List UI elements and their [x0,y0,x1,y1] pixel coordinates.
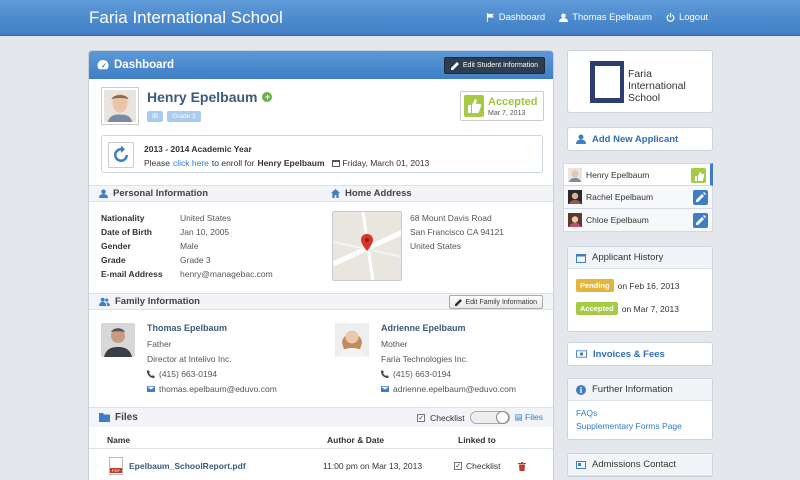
folder-icon [99,413,110,422]
faqs-link[interactable]: FAQs [576,408,712,418]
school-logo-card: Faria International School [567,50,713,113]
edit-family-button[interactable]: Edit Family Information [449,295,543,309]
top-nav: Dashboard Thomas Epelbaum Logout [486,12,708,23]
users-icon [99,297,110,306]
pencil-icon [455,298,463,306]
nav-logout[interactable]: Logout [666,12,708,23]
email-icon [381,386,389,392]
enroll-message: Please click here to enroll for Henry Ep… [144,158,430,168]
user-icon [99,189,108,198]
nav-dashboard[interactable]: Dashboard [486,12,545,23]
supplementary-forms-link[interactable]: Supplementary Forms Page [576,421,712,431]
accepted-status-icon [691,168,706,183]
enrollment-notice: 2013 - 2014 Academic Year Please click h… [101,135,543,173]
pending-badge: Pending [576,279,614,292]
checkbox-icon: ✓ [454,462,462,470]
files-link[interactable]: ▤ Files [515,412,543,423]
student-name: Henry Epelbaum + [147,89,273,105]
applicant-item-henry[interactable]: Henry Epelbaum [563,163,713,186]
money-icon [576,350,587,358]
add-applicant-link[interactable]: Add New Applicant [592,134,678,145]
history-row-accepted: Accepted on Mar 7, 2013 [576,302,712,315]
files-view-toggle: ✓ Checklist ▤ Files [417,411,543,424]
programme-tag: IB [147,111,164,122]
file-linked: ✓ Checklist [454,461,501,471]
status-label: Accepted [488,96,538,108]
home-address-header: Home Address [321,185,553,202]
top-bar: Faria International School Dashboard Tho… [0,0,800,36]
school-logo-mark [590,61,624,103]
applicant-list: Henry Epelbaum Rachel Epelbaum Chloe Epe… [563,163,713,232]
edit-status-icon [693,190,708,205]
home-icon [331,189,340,198]
personal-info-header: Personal Information [89,185,321,202]
address-lines: 68 Mount Davis Road San Francisco CA 941… [410,213,505,251]
applicant-item-rachel[interactable]: Rachel Epelbaum [563,186,713,209]
dashboard-panel: Dashboard Edit Student Information Henry… [88,50,554,480]
phone-icon [147,370,155,378]
mother-avatar [335,323,369,357]
applicant-avatar [568,213,582,227]
dashboard-gauge-icon [97,59,109,70]
thumbs-up-icon [464,95,484,117]
student-tags: IB Grade 3 [147,111,201,122]
enroll-date: Friday, March 01, 2013 [342,158,430,168]
edit-student-button[interactable]: Edit Student Information [443,57,545,74]
trash-icon[interactable] [518,461,526,471]
applicant-history-card: Applicant History Pending on Feb 16, 201… [567,246,713,332]
user-icon [559,13,569,22]
pdf-file-icon: PDF [109,457,123,475]
map-image [333,212,401,280]
brand-title[interactable]: Faria International School [89,8,283,28]
personal-info-list: Nationality United States Date of Birth Ja… [101,213,273,279]
history-row-pending: Pending on Feb 16, 2013 [576,279,712,292]
edit-status-icon [693,213,708,228]
school-logo-text: Faria International School [628,68,686,104]
user-icon [576,134,586,144]
applicant-item-chloe[interactable]: Chloe Epelbaum [563,209,713,232]
nav-user[interactable]: Thomas Epelbaum [559,12,652,23]
files-header: Files ✓ Checklist ▤ Files [89,407,553,427]
status-badge: Accepted Mar 7, 2013 [460,91,544,121]
accepted-badge: Accepted [576,302,618,315]
further-info-card: Further Information FAQs Supplementary F… [567,378,713,440]
grade-tag: Grade 3 [167,111,201,122]
add-applicant-card[interactable]: Add New Applicant [567,127,713,151]
file-date: 11:00 pm on Mar 13, 2013 [323,461,423,471]
power-icon [666,13,675,22]
email-icon [147,386,155,392]
invoices-card[interactable]: Invoices & Fees [567,342,713,366]
file-name-link[interactable]: Epelbaum_SchoolReport.pdf [129,461,323,471]
calendar-icon [331,160,340,167]
checklist-files-toggle[interactable] [469,411,510,424]
admissions-contact-card: Admissions Contact [567,453,713,477]
dashboard-title: Dashboard [114,59,175,71]
address-map[interactable] [332,211,402,281]
flag-icon [486,13,494,22]
calendar-icon [576,253,586,263]
father-avatar [101,323,135,357]
status-date: Mar 7, 2013 [488,110,526,117]
checklist-checkbox-icon: ✓ [417,413,426,422]
student-avatar [101,87,139,125]
applicant-avatar [568,190,582,204]
refresh-icon [108,142,134,168]
add-circle-icon[interactable]: + [262,92,273,102]
phone-icon [381,370,389,378]
info-icon [576,384,586,395]
contact-card-icon [576,460,586,469]
student-photo-image [104,90,136,122]
pencil-icon [450,61,459,70]
enroll-link[interactable]: click here [173,158,209,168]
table-row: PDF Epelbaum_SchoolReport.pdf 11:00 pm o… [89,451,553,480]
applicant-avatar [568,167,582,182]
academic-year: 2013 - 2014 Academic Year [144,144,252,154]
invoices-link[interactable]: Invoices & Fees [593,349,665,360]
files-table-header: Name Author & Date Linked to [89,431,553,449]
